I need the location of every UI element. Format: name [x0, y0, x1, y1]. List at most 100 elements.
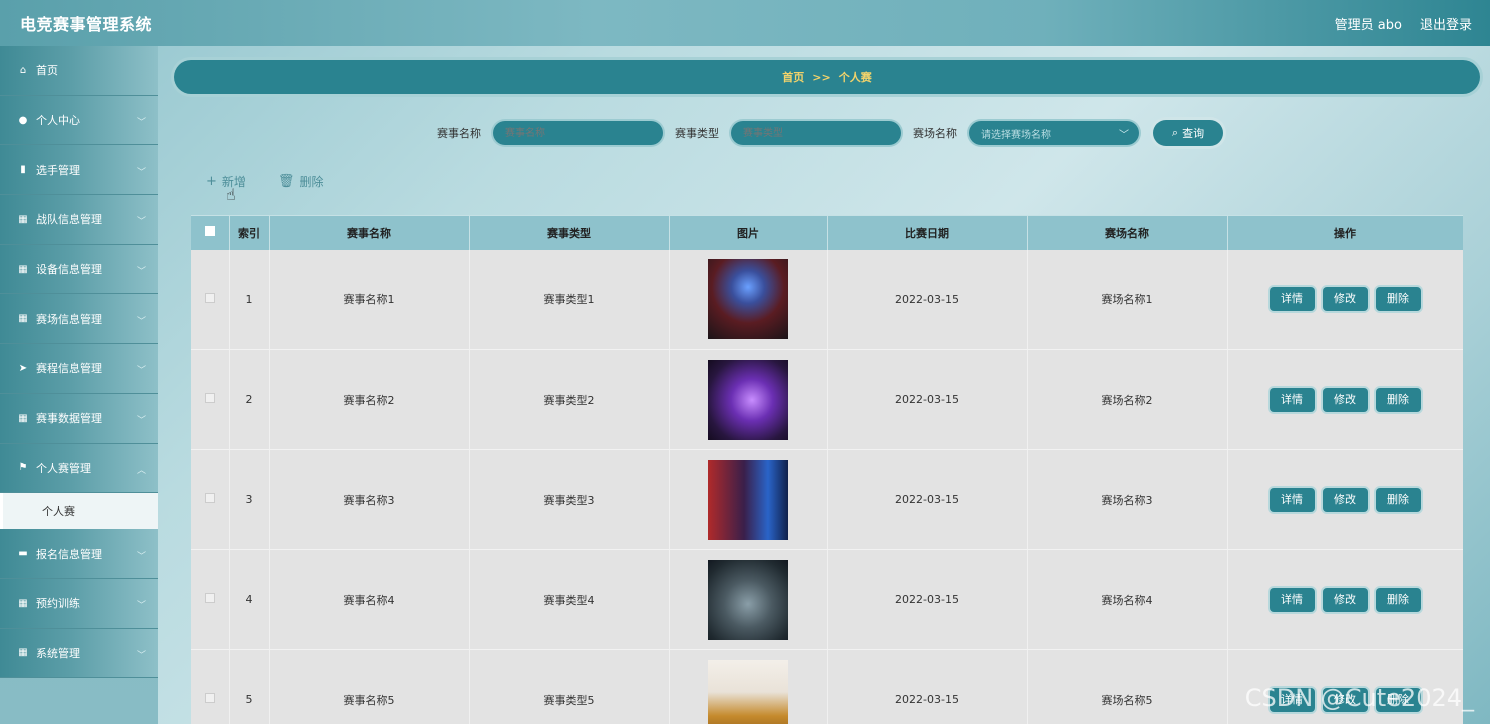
image-cell	[669, 349, 828, 450]
match-image[interactable]	[708, 659, 788, 724]
sidebar-item-devices[interactable]: ▦ 设备信息管理 ﹀	[0, 244, 158, 295]
match-type-cell: 赛事类型2	[469, 349, 670, 450]
plus-icon: +	[206, 174, 217, 189]
match-type-cell: 赛事类型5	[469, 649, 670, 724]
match-type-cell: 赛事类型1	[469, 249, 670, 350]
chevron-down-icon: ﹀	[1119, 129, 1129, 141]
edit-button[interactable]: 修改	[1322, 487, 1368, 512]
row-checkbox[interactable]	[204, 593, 215, 603]
row-checkbox[interactable]	[204, 693, 215, 703]
table-row: 1 赛事名称1 赛事类型1 2022-03-15 赛场名称1 详情 修改 删除	[191, 249, 1463, 350]
select-all-checkbox[interactable]	[204, 226, 215, 237]
date-cell: 2022-03-15	[827, 249, 1028, 350]
user-area: 管理员 abo 退出登录	[1335, 14, 1472, 33]
sidebar-item-label: 设备信息管理	[36, 263, 102, 277]
match-type-label: 赛事类型	[675, 127, 719, 140]
row-checkbox[interactable]	[204, 493, 215, 503]
search-button-label: 查询	[1182, 128, 1205, 140]
detail-button[interactable]: 详情	[1269, 287, 1315, 312]
table-row: 2 赛事名称2 赛事类型2 2022-03-15 赛场名称2 详情 修改 删除	[191, 349, 1463, 450]
row-select-cell	[191, 449, 230, 550]
match-name-input[interactable]	[493, 121, 663, 145]
logout-link[interactable]: 退出登录	[1420, 14, 1472, 33]
sidebar-item-home[interactable]: ⌂ 首页	[0, 46, 158, 96]
venue-cell: 赛场名称3	[1027, 449, 1228, 550]
column-header: 赛场名称	[1027, 215, 1228, 250]
main-content: 首页 >> 个人赛 赛事名称 赛事类型 赛场名称 请选择赛场名称 ﹀ ⌕ 查询 …	[158, 46, 1490, 724]
sidebar-item-training[interactable]: ▦ 预约训练 ﹀	[0, 578, 158, 629]
sidebar-item-system[interactable]: ▦ 系统管理 ﹀	[0, 628, 158, 679]
venue-select[interactable]: 请选择赛场名称 ﹀	[969, 121, 1139, 145]
top-header: 电竞赛事管理系统 管理员 abo 退出登录	[0, 0, 1490, 46]
sidebar-item-schedule[interactable]: ➤ 赛程信息管理 ﹀	[0, 344, 158, 394]
edit-button[interactable]: 修改	[1322, 287, 1368, 312]
delete-button[interactable]: 删除	[1375, 387, 1421, 412]
match-image[interactable]	[708, 259, 788, 340]
chevron-down-icon: ﹀	[136, 601, 146, 612]
match-type-input[interactable]	[731, 121, 901, 145]
row-checkbox[interactable]	[204, 292, 215, 303]
breadcrumb-home[interactable]: 首页	[782, 69, 804, 85]
match-type-cell: 赛事类型4	[469, 549, 670, 650]
column-header: 索引	[229, 215, 270, 250]
data-table: 索引 赛事名称 赛事类型 图片 比赛日期 赛场名称 操作 1 赛事名称1 赛事类…	[191, 215, 1463, 724]
briefcase-icon: ▬	[18, 548, 28, 560]
date-cell: 2022-03-15	[827, 349, 1028, 450]
sidebar-item-label: 首页	[36, 64, 58, 78]
header-select-all	[191, 215, 230, 250]
sidebar-item-label: 赛程信息管理	[36, 362, 102, 376]
delete-button[interactable]: 删除	[1375, 587, 1421, 612]
chevron-down-icon: ﹀	[136, 217, 146, 228]
match-image[interactable]	[708, 459, 788, 540]
delete-button[interactable]: 删除	[1375, 487, 1421, 512]
sidebar-item-label: 系统管理	[36, 646, 80, 660]
trash-icon: 🗑	[277, 174, 295, 189]
batch-delete-button[interactable]: 🗑 删除	[278, 173, 324, 190]
grid-icon: ▦	[18, 263, 28, 275]
row-checkbox[interactable]	[204, 393, 215, 403]
sidebar-item-match-data[interactable]: ▦ 赛事数据管理 ﹀	[0, 393, 158, 444]
detail-button[interactable]: 详情	[1269, 487, 1315, 512]
venue-cell: 赛场名称5	[1027, 649, 1228, 724]
sidebar-item-venues[interactable]: ▦ 赛场信息管理 ﹀	[0, 294, 158, 345]
chevron-down-icon: ﹀	[136, 167, 146, 178]
send-icon: ➤	[18, 362, 28, 374]
column-header: 赛事名称	[269, 215, 470, 250]
sidebar-item-individual-match-mgmt[interactable]: ⚑ 个人赛管理 ︿	[0, 443, 158, 494]
edit-button[interactable]: 修改	[1322, 387, 1368, 412]
sidebar-item-players[interactable]: ▮ 选手管理 ﹀	[0, 145, 158, 196]
actions-cell: 详情 修改 删除	[1227, 549, 1463, 650]
image-cell	[669, 649, 828, 724]
table-header-row: 索引 赛事名称 赛事类型 图片 比赛日期 赛场名称 操作	[191, 215, 1463, 250]
match-name-cell: 赛事名称5	[269, 649, 470, 724]
sidebar-item-registration[interactable]: ▬ 报名信息管理 ﹀	[0, 529, 158, 579]
image-cell	[669, 249, 828, 350]
row-select-cell	[191, 549, 230, 650]
match-image[interactable]	[708, 559, 788, 640]
chevron-up-icon: ︿	[136, 465, 146, 476]
detail-button[interactable]: 详情	[1269, 587, 1315, 612]
watermark: CSDN @Cute2024_	[1244, 684, 1474, 712]
breadcrumb-current: 个人赛	[838, 71, 872, 84]
match-image[interactable]	[708, 359, 788, 440]
sidebar-item-teams[interactable]: ▦ 战队信息管理 ﹀	[0, 195, 158, 245]
delete-button[interactable]: 删除	[1375, 287, 1421, 312]
venue-select-placeholder: 请选择赛场名称	[981, 129, 1051, 141]
edit-button[interactable]: 修改	[1322, 587, 1368, 612]
user-name: 管理员 abo	[1334, 17, 1402, 33]
row-select-cell	[191, 649, 230, 724]
search-bar: 赛事名称 赛事类型 赛场名称 请选择赛场名称 ﹀ ⌕ 查询	[158, 120, 1490, 146]
column-header: 图片	[669, 215, 828, 250]
search-icon: ⌕	[1171, 126, 1179, 139]
detail-button[interactable]: 详情	[1269, 387, 1315, 412]
actions-cell: 详情 修改 删除	[1227, 249, 1463, 350]
search-button[interactable]: ⌕ 查询	[1153, 120, 1223, 146]
grid-icon: ▦	[18, 597, 28, 609]
table-row: 3 赛事名称3 赛事类型3 2022-03-15 赛场名称3 详情 修改 删除	[191, 449, 1463, 550]
venue-name-label: 赛场名称	[913, 127, 957, 140]
venue-cell: 赛场名称4	[1027, 549, 1228, 650]
column-header: 操作	[1227, 215, 1463, 250]
index-cell: 4	[229, 549, 270, 650]
sidebar-item-personal-center[interactable]: ● 个人中心 ﹀	[0, 95, 158, 146]
sidebar-subitem-individual-match[interactable]: 个人赛	[0, 493, 158, 530]
